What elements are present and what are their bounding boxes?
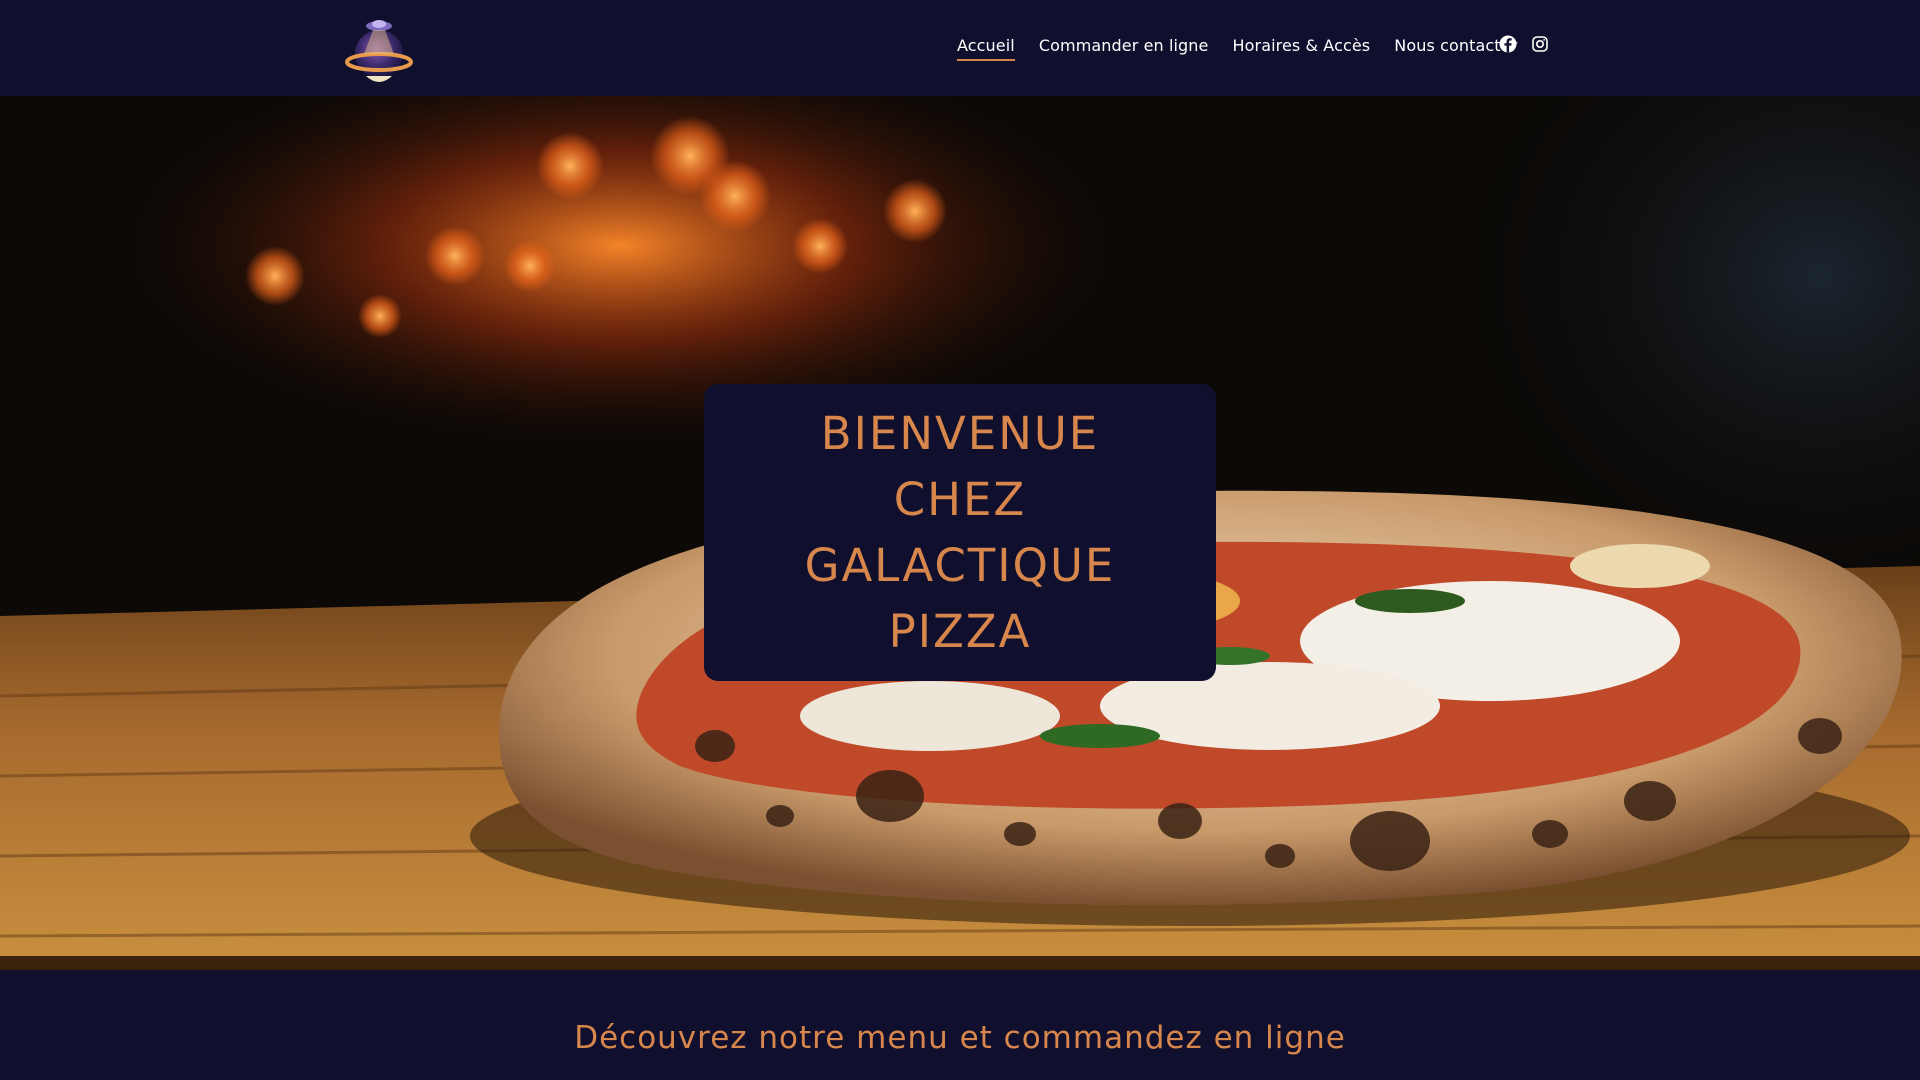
nav-item-accueil[interactable]: Accueil [957, 36, 1015, 61]
site-logo[interactable] [344, 10, 414, 88]
hero-section: BIENVENUE CHEZ GALACTIQUE PIZZA [0, 96, 1920, 970]
menu-section-title: Découvrez notre menu et commandez en lig… [574, 1020, 1346, 1056]
menu-section: Découvrez notre menu et commandez en lig… [0, 970, 1920, 1080]
main-nav: Accueil Commander en ligne Horaires & Ac… [957, 36, 1517, 61]
social-links [1499, 35, 1549, 53]
welcome-box: BIENVENUE CHEZ GALACTIQUE PIZZA [704, 384, 1216, 681]
instagram-icon[interactable] [1531, 35, 1549, 53]
site-header: Accueil Commander en ligne Horaires & Ac… [0, 0, 1920, 96]
planet-pizza-logo-icon [345, 20, 413, 82]
facebook-icon[interactable] [1499, 35, 1517, 53]
hero-title: BIENVENUE CHEZ GALACTIQUE PIZZA [804, 406, 1116, 658]
nav-item-horaires-acces[interactable]: Horaires & Accès [1233, 36, 1371, 61]
nav-item-commander-en-ligne[interactable]: Commander en ligne [1039, 36, 1209, 61]
